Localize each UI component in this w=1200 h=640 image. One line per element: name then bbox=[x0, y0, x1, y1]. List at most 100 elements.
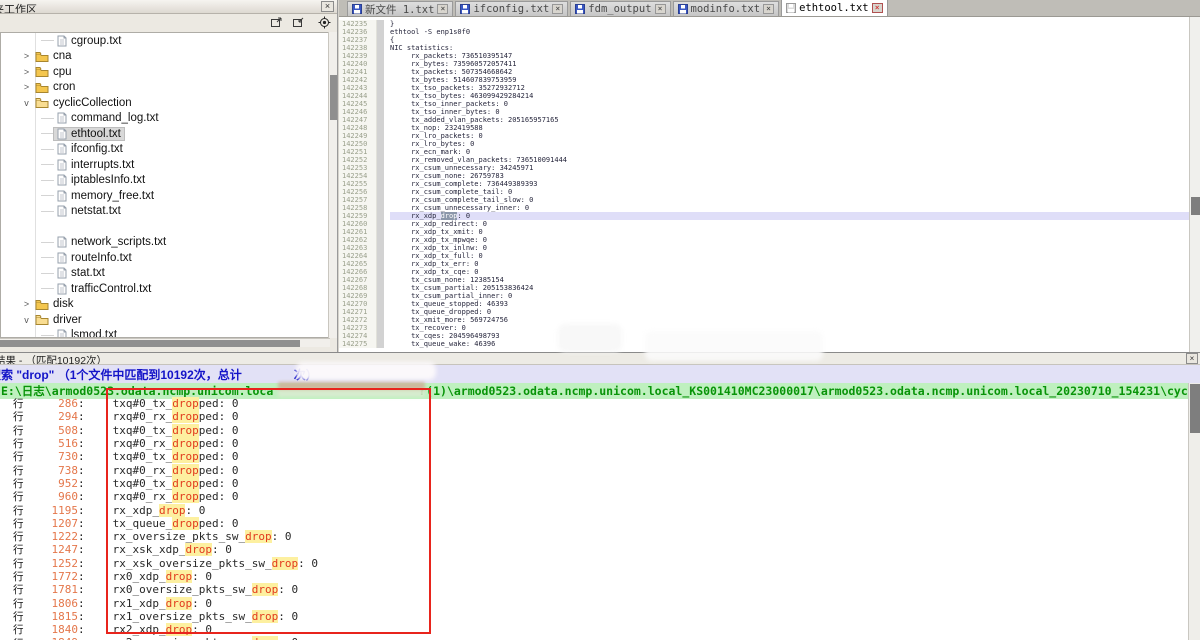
tab-close-icon[interactable]: × bbox=[655, 4, 666, 14]
editor-line[interactable]: 142247 tx_added_vlan_packets: 2051659571… bbox=[339, 116, 1189, 124]
line-text: rx_xdp_drop: 0 bbox=[390, 212, 1189, 220]
editor-line[interactable]: 142263 rx_xdp_tx_inlnw: 0 bbox=[339, 244, 1189, 252]
editor-line[interactable]: 142250 rx_lro_bytes: 0 bbox=[339, 140, 1189, 148]
chevron-down-icon[interactable]: v bbox=[21, 98, 32, 108]
editor-line[interactable]: 142244 tx_tso_bytes: 463099429284214 bbox=[339, 92, 1189, 100]
editor-line[interactable]: 142268 tx_csum_partial: 205153836424 bbox=[339, 284, 1189, 292]
tree-vertical-scrollbar-thumb[interactable] bbox=[330, 75, 337, 120]
line-text: tx_packets: 507354668642 bbox=[390, 68, 1189, 76]
editor-line[interactable]: 142271 tx_queue_dropped: 0 bbox=[339, 308, 1189, 316]
tab-close-icon[interactable]: × bbox=[872, 3, 883, 13]
line-number: 142252 bbox=[339, 156, 377, 164]
editor-line[interactable]: 142238NIC statistics: bbox=[339, 44, 1189, 52]
tab-close-icon[interactable]: × bbox=[437, 4, 448, 14]
editor-line[interactable]: 142252 rx_removed_vlan_packets: 73651009… bbox=[339, 156, 1189, 164]
tree-item-cgroup-txt[interactable]: cgroup.txt bbox=[1, 33, 329, 49]
tab-modinfo-txt[interactable]: modinfo.txt× bbox=[673, 1, 780, 16]
tree-item-ifconfig-txt[interactable]: ifconfig.txt bbox=[1, 142, 329, 158]
tree-item-label: disk bbox=[53, 298, 73, 310]
editor-line[interactable]: 142272 tx_xmit_more: 569724756 bbox=[339, 316, 1189, 324]
tree-item-label: command_log.txt bbox=[71, 112, 159, 124]
tree-item-command_log-txt[interactable]: command_log.txt bbox=[1, 111, 329, 127]
tree-item-netstat-txt[interactable]: netstat.txt bbox=[1, 204, 329, 220]
tab-ifconfig-txt[interactable]: ifconfig.txt× bbox=[455, 1, 568, 16]
editor-line[interactable]: 142266 rx_xdp_tx_cqe: 0 bbox=[339, 268, 1189, 276]
chevron-right-icon[interactable]: > bbox=[21, 299, 32, 309]
workspace-close-icon[interactable]: × bbox=[321, 1, 334, 12]
search-result-row[interactable]: 行1849:rx2_oversize_pkts_sw_drop: 0 bbox=[0, 636, 1188, 640]
tree-item-disk[interactable]: > disk bbox=[1, 297, 329, 313]
tree-item-cna[interactable]: >cna bbox=[1, 49, 329, 65]
tree-item-ethtool-txt[interactable]: ethtool.txt bbox=[1, 126, 329, 142]
tree-item-stat-txt[interactable]: stat.txt bbox=[1, 266, 329, 282]
editor-line[interactable]: 142258 rx_csum_unnecessary_inner: 0 bbox=[339, 204, 1189, 212]
tree-item-iptablesinfo-txt[interactable]: iptablesInfo.txt bbox=[1, 173, 329, 189]
tab-close-icon[interactable]: × bbox=[552, 4, 563, 14]
chevron-right-icon[interactable]: > bbox=[21, 67, 32, 77]
tree-item-trafficcontrol-txt[interactable]: trafficControl.txt bbox=[1, 281, 329, 297]
editor-line[interactable]: 142255 rx_csum_complete: 736449389393 bbox=[339, 180, 1189, 188]
editor-line[interactable]: 142249 rx_lro_packets: 0 bbox=[339, 132, 1189, 140]
chevron-right-icon[interactable]: > bbox=[21, 51, 32, 61]
editor-line[interactable]: 142240 rx_bytes: 735960572057411 bbox=[339, 60, 1189, 68]
editor-line[interactable]: 142245 tx_tso_inner_packets: 0 bbox=[339, 100, 1189, 108]
results-vertical-scrollbar-thumb[interactable] bbox=[1190, 384, 1200, 433]
editor-line[interactable]: 142237{ bbox=[339, 36, 1189, 44]
expand-all-icon[interactable] bbox=[270, 16, 285, 29]
editor-line[interactable]: 142257 rx_csum_complete_tail_slow: 0 bbox=[339, 196, 1189, 204]
tree-item-label: interrupts.txt bbox=[71, 159, 134, 171]
chevron-right-icon[interactable]: > bbox=[21, 82, 32, 92]
editor-vertical-scrollbar[interactable] bbox=[1189, 17, 1200, 352]
results-close-icon[interactable]: × bbox=[1186, 353, 1198, 364]
tab-close-icon[interactable]: × bbox=[763, 4, 774, 14]
editor-line[interactable]: 142259 rx_xdp_drop: 0 bbox=[339, 212, 1189, 220]
collapse-all-icon[interactable] bbox=[292, 16, 307, 29]
editor-line[interactable]: 142248 tx_nop: 232419588 bbox=[339, 124, 1189, 132]
results-vertical-scrollbar[interactable] bbox=[1188, 383, 1200, 640]
editor-line[interactable]: 142235} bbox=[339, 20, 1189, 28]
tree-item-lsmod-txt[interactable]: lsmod.txt bbox=[1, 328, 329, 339]
editor-line[interactable]: 142265 rx_xdp_tx_err: 0 bbox=[339, 260, 1189, 268]
editor-line[interactable]: 142261 rx_xdp_tx_xmit: 0 bbox=[339, 228, 1189, 236]
tree-item-cpu[interactable]: >cpu bbox=[1, 64, 329, 80]
editor-line[interactable]: 142256 rx_csum_complete_tail: 0 bbox=[339, 188, 1189, 196]
editor-line[interactable]: 142251 rx_ecn_mark: 0 bbox=[339, 148, 1189, 156]
line-text: tx_nop: 232419588 bbox=[390, 124, 1189, 132]
tree-item-cron[interactable]: >cron bbox=[1, 80, 329, 96]
tree-item-cycliccollection[interactable]: vcyclicCollection bbox=[1, 95, 329, 111]
editor-line[interactable]: 142239 rx_packets: 736510395147 bbox=[339, 52, 1189, 60]
editor-line[interactable]: 142270 tx_queue_stopped: 46393 bbox=[339, 300, 1189, 308]
editor-line[interactable]: 142236ethtool -S enp1s0f0 bbox=[339, 28, 1189, 36]
editor-line[interactable]: 142246 tx_tso_inner_bytes: 0 bbox=[339, 108, 1189, 116]
tree-item-label: lsmod.txt bbox=[71, 329, 117, 338]
tree-horizontal-scrollbar[interactable] bbox=[0, 338, 330, 347]
editor-line[interactable]: 142241 tx_packets: 507354668642 bbox=[339, 68, 1189, 76]
line-number: 142240 bbox=[339, 60, 377, 68]
editor-line[interactable]: 142254 rx_csum_none: 26759783 bbox=[339, 172, 1189, 180]
line-text: tx_bytes: 514607839753959 bbox=[390, 76, 1189, 84]
editor-line[interactable]: 142264 rx_xdp_tx_full: 0 bbox=[339, 252, 1189, 260]
tab--1-txt[interactable]: 新文件 1.txt× bbox=[347, 1, 453, 16]
editor-line[interactable]: 142243 tx_tso_packets: 35272932712 bbox=[339, 84, 1189, 92]
editor-line[interactable]: 142253 rx_csum_unnecessary: 34245971 bbox=[339, 164, 1189, 172]
tree-item-network_scripts-txt[interactable]: network_scripts.txt bbox=[1, 235, 329, 251]
tree-vertical-scrollbar[interactable] bbox=[328, 32, 337, 338]
editor-line[interactable]: 142242 tx_bytes: 514607839753959 bbox=[339, 76, 1189, 84]
tree-item-interrupts-txt[interactable]: interrupts.txt bbox=[1, 157, 329, 173]
tab-fdm_output[interactable]: fdm_output× bbox=[570, 1, 670, 16]
editor-vertical-scrollbar-thumb[interactable] bbox=[1191, 197, 1200, 215]
chevron-down-icon[interactable]: v bbox=[21, 315, 32, 325]
editor-line[interactable]: 142267 tx_csum_none: 12385154 bbox=[339, 276, 1189, 284]
gutter-strip bbox=[377, 36, 384, 44]
tree-item-memory_free-txt[interactable]: memory_free.txt bbox=[1, 188, 329, 204]
tree-item-routeinfo-txt[interactable]: routeInfo.txt bbox=[1, 250, 329, 266]
line-number: 142272 bbox=[339, 316, 377, 324]
tab-ethtool-txt[interactable]: ethtool.txt× bbox=[781, 0, 888, 16]
editor-body[interactable]: 142235}142236ethtool -S enp1s0f0142237{1… bbox=[339, 17, 1189, 352]
locate-file-icon[interactable] bbox=[318, 16, 333, 29]
tree-item-driver[interactable]: vdriver bbox=[1, 312, 329, 328]
editor-line[interactable]: 142269 tx_csum_partial_inner: 0 bbox=[339, 292, 1189, 300]
editor-line[interactable]: 142260 rx_xdp_redirect: 0 bbox=[339, 220, 1189, 228]
tree-horizontal-scrollbar-thumb[interactable] bbox=[0, 340, 300, 347]
editor-line[interactable]: 142262 rx_xdp_tx_mpwqe: 0 bbox=[339, 236, 1189, 244]
